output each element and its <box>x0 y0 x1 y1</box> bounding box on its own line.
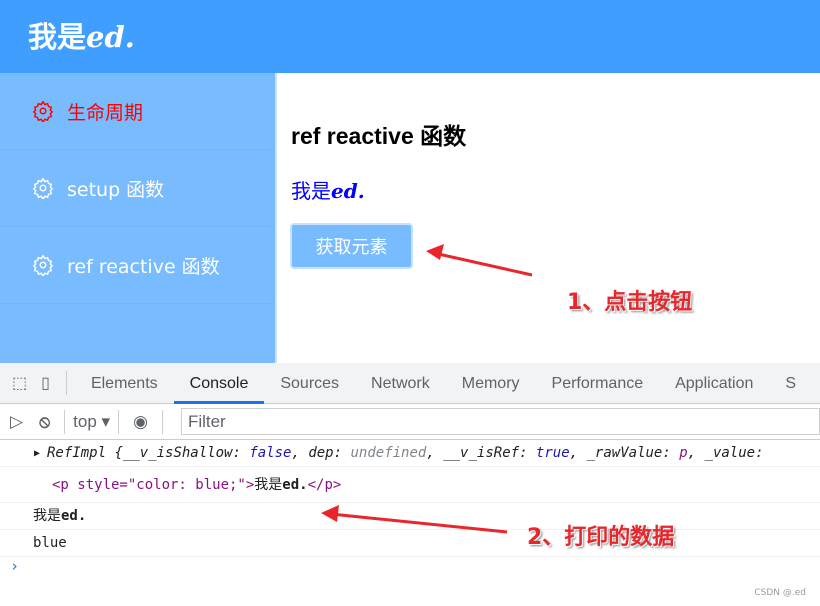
divider <box>118 409 120 434</box>
gear-icon <box>32 254 54 276</box>
prop: __v_isShallow <box>122 445 233 461</box>
value: true <box>535 445 570 461</box>
element-text-bold: ed. <box>282 477 308 493</box>
blue-paragraph: 我是ed. <box>291 175 365 204</box>
watermark: CSDN @.ed <box>754 588 806 598</box>
tab-network[interactable]: Network <box>355 363 446 404</box>
sidebar-item-lifecycle[interactable]: 生命周期 <box>0 73 275 150</box>
text-suffix: ed. <box>331 179 365 203</box>
prop: __v_isRef <box>443 445 520 461</box>
prop: _value <box>704 445 756 461</box>
sidebar: 生命周期 setup 函数 ref reactive 函数 <box>0 73 275 363</box>
logo-suffix: ed. <box>86 20 135 54</box>
tab-elements[interactable]: Elements <box>75 363 174 404</box>
context-label: top <box>73 411 97 431</box>
value: p <box>679 445 688 461</box>
tab-more[interactable]: S <box>769 363 812 404</box>
console-row-refimpl[interactable]: ▶ RefImpl {__v_isShallow: false, dep: un… <box>0 440 820 467</box>
app-header: 我是ed. <box>0 0 820 73</box>
sidebar-item-label: setup 函数 <box>67 178 165 201</box>
object-name: RefImpl <box>47 445 107 461</box>
tab-performance[interactable]: Performance <box>536 363 660 404</box>
element-close-tag: </p> <box>307 477 342 493</box>
context-select[interactable]: top ▾ <box>73 412 110 432</box>
tab-memory[interactable]: Memory <box>446 363 536 404</box>
divider <box>64 409 66 434</box>
sidebar-item-label: ref reactive 函数 <box>67 255 220 278</box>
tab-sources[interactable]: Sources <box>264 363 355 404</box>
logo: 我是ed. <box>28 14 135 56</box>
logo-text: 我是 <box>28 20 87 54</box>
clear-console-icon[interactable]: ⦸ <box>33 412 56 432</box>
devtools-panel: ⬚ ▯ Elements Console Sources Network Mem… <box>0 363 820 606</box>
text-prefix: 我是 <box>291 179 331 203</box>
annotation-step1: 1、点击按钮 <box>567 290 693 315</box>
element-text: 我是 <box>254 477 283 493</box>
log-text-bold: ed. <box>61 508 87 524</box>
gear-icon <box>32 177 54 199</box>
value: undefined <box>350 445 427 461</box>
annotation-arrow-2 <box>321 505 508 534</box>
device-toggle-icon[interactable]: ▯ <box>33 373 58 393</box>
annotation-arrow-1 <box>426 244 533 277</box>
tab-application[interactable]: Application <box>659 363 769 404</box>
inspect-icon[interactable]: ⬚ <box>0 373 33 393</box>
annotation-step2: 2、打印的数据 <box>527 525 675 550</box>
expand-triangle-icon[interactable]: ▶ <box>34 440 40 467</box>
divider <box>161 409 163 434</box>
console-row-element[interactable]: <p style="color: blue;">我是ed.</p> <box>0 467 820 503</box>
dropdown-arrow-icon: ▾ <box>101 411 111 431</box>
filter-input[interactable]: Filter <box>180 408 820 435</box>
sidebar-toggle-icon[interactable]: ▷ <box>0 412 33 432</box>
console-prompt[interactable]: › <box>0 557 820 575</box>
sidebar-item-ref-reactive[interactable]: ref reactive 函数 <box>0 227 275 304</box>
main-content: ref reactive 函数 我是ed. 获取元素 <box>275 73 820 363</box>
devtools-tabs: ⬚ ▯ Elements Console Sources Network Mem… <box>0 363 820 404</box>
divider <box>65 371 67 395</box>
sidebar-item-setup[interactable]: setup 函数 <box>0 150 275 227</box>
prop: dep <box>308 445 334 461</box>
value: false <box>249 445 292 461</box>
element-open-tag: <p style="color: blue;"> <box>52 477 255 493</box>
console-toolbar: ▷ ⦸ top ▾ ◉ Filter <box>0 404 820 440</box>
prop: _rawValue <box>586 445 663 461</box>
tab-console[interactable]: Console <box>173 363 265 404</box>
log-text: 我是 <box>33 508 61 524</box>
eye-icon[interactable]: ◉ <box>127 412 154 432</box>
gear-icon <box>32 100 54 122</box>
page-title: ref reactive 函数 <box>291 123 467 149</box>
get-element-button[interactable]: 获取元素 <box>290 223 413 269</box>
sidebar-item-label: 生命周期 <box>67 101 144 124</box>
